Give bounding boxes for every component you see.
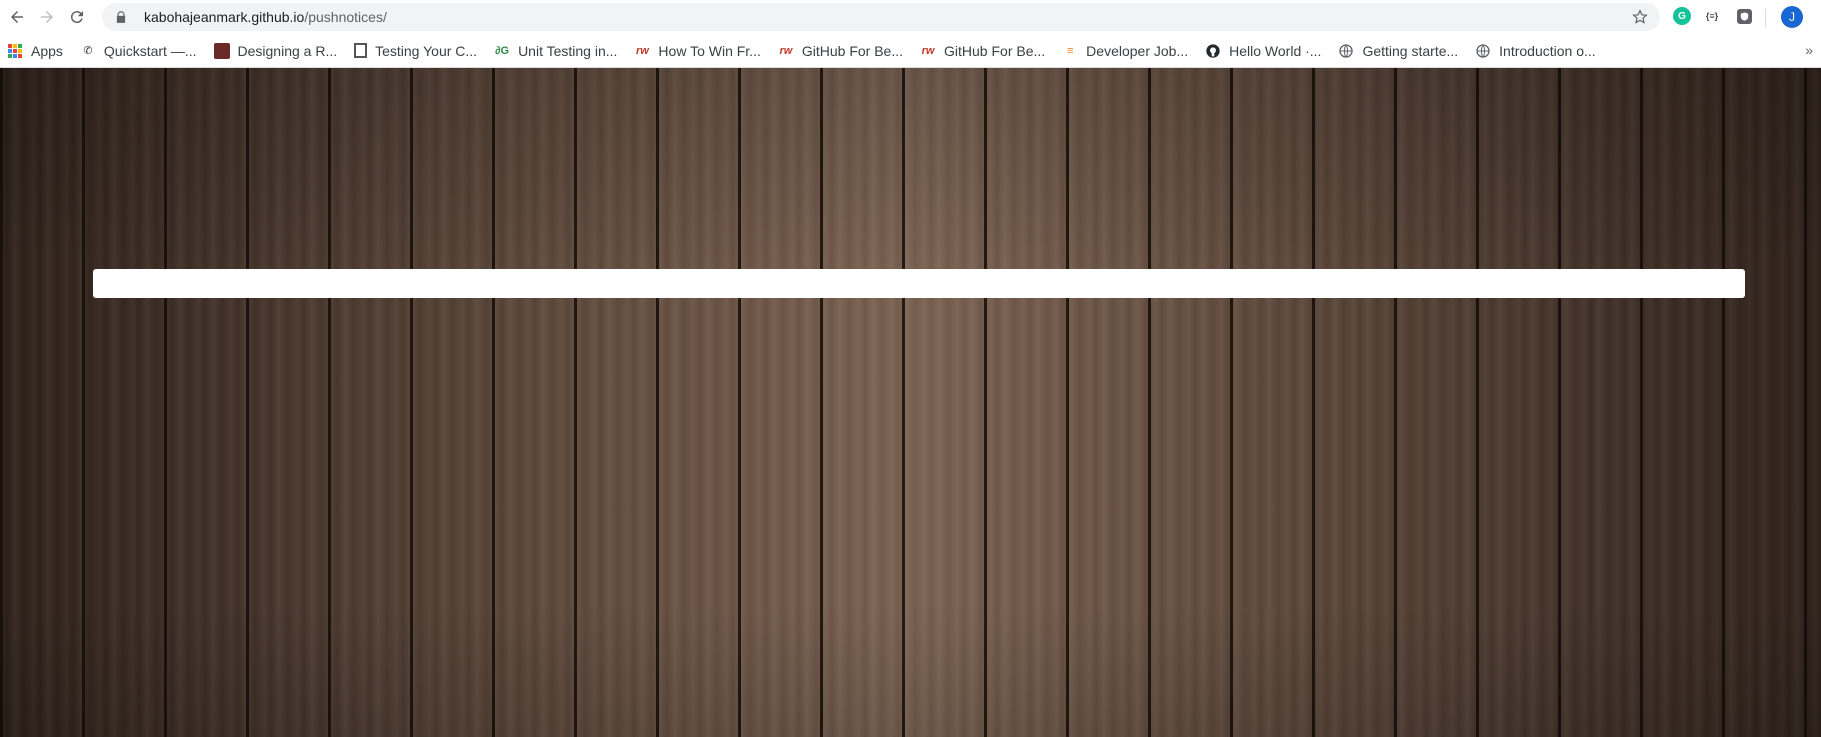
apps-grid-icon — [7, 43, 23, 59]
bookmark-label: Introduction o... — [1499, 42, 1596, 59]
arrow-right-icon — [41, 11, 53, 23]
bookmark-quickstart[interactable]: ✆ Quickstart —... — [73, 37, 204, 65]
stackoverflow-icon: ≡ — [1066, 44, 1074, 57]
browser-toolbar: kabohajeanmark.github.io/pushnotices/ G … — [0, 0, 1821, 34]
bookmark-label: GitHub For Be... — [801, 42, 904, 59]
bookmark-label: GitHub For Be... — [944, 42, 1046, 59]
bookmark-github-beginners-1[interactable]: rw GitHub For Be... — [771, 37, 910, 65]
geeksforgeeks-icon: ∂G — [495, 44, 510, 57]
bookmark-introduction[interactable]: Introduction o... — [1468, 37, 1603, 65]
url-path: /pushnotices/ — [304, 9, 387, 25]
reload-button[interactable] — [64, 4, 90, 30]
lock-icon — [116, 11, 126, 23]
bookmark-unit-testing[interactable]: ∂G Unit Testing in... — [487, 37, 624, 65]
notice-input[interactable] — [93, 269, 1745, 298]
bookmark-github-beginners-2[interactable]: rw GitHub For Be... — [913, 37, 1052, 65]
bookmark-label: Hello World ·... — [1229, 42, 1322, 59]
arrow-left-icon — [11, 11, 23, 23]
rw-icon: rw — [921, 44, 935, 57]
json-viewer-extension-icon[interactable]: {≡} — [1703, 7, 1721, 25]
bookmark-testing[interactable]: Testing Your C... — [347, 37, 484, 65]
address-bar[interactable]: kabohajeanmark.github.io/pushnotices/ — [102, 3, 1660, 31]
bookmark-label: Getting starte... — [1362, 42, 1459, 59]
bookmark-label: How To Win Fr... — [658, 42, 761, 59]
reload-icon — [70, 11, 83, 24]
rw-icon: rw — [779, 44, 793, 57]
bookmark-label: Unit Testing in... — [518, 42, 618, 59]
toolbar-divider — [1765, 9, 1766, 27]
bookmark-how-to-win[interactable]: rw How To Win Fr... — [627, 37, 767, 65]
forward-button[interactable] — [34, 4, 60, 30]
pocket-extension-icon[interactable] — [1737, 9, 1752, 24]
globe-icon — [1338, 43, 1354, 59]
bookmark-developer-jobs[interactable]: ≡ Developer Job... — [1055, 37, 1195, 65]
building-icon — [354, 43, 368, 58]
phone-icon: ✆ — [83, 45, 93, 57]
bookmark-label: Developer Job... — [1086, 42, 1189, 59]
book-cover-icon — [213, 42, 230, 59]
shield-icon — [1740, 12, 1749, 21]
grammarly-extension-icon[interactable]: G — [1673, 7, 1691, 25]
bookmark-label: Testing Your C... — [375, 42, 478, 59]
wood-background — [0, 68, 1821, 737]
back-button[interactable] — [4, 4, 30, 30]
bookmark-hello-world[interactable]: Hello World ·... — [1198, 37, 1328, 65]
url-text: kabohajeanmark.github.io/pushnotices/ — [144, 9, 387, 25]
bookmark-label: Apps — [31, 42, 63, 59]
bookmark-label: Quickstart —... — [103, 42, 197, 59]
bookmarks-bar: Apps ✆ Quickstart —... Designing a R... … — [0, 34, 1821, 68]
github-icon — [1205, 43, 1221, 59]
bookmark-getting-started[interactable]: Getting starte... — [1331, 37, 1465, 65]
profile-avatar[interactable]: J — [1781, 6, 1803, 28]
bookmark-label: Designing a R... — [237, 42, 338, 59]
more-bookmarks-icon[interactable]: » — [1805, 42, 1813, 58]
globe-icon — [1475, 43, 1491, 59]
bookmark-apps[interactable]: Apps — [0, 37, 70, 65]
bookmark-designing[interactable]: Designing a R... — [207, 37, 345, 65]
rw-icon: rw — [636, 44, 649, 57]
bookmark-star-icon[interactable] — [1632, 9, 1648, 25]
url-host: kabohajeanmark.github.io — [144, 9, 305, 25]
